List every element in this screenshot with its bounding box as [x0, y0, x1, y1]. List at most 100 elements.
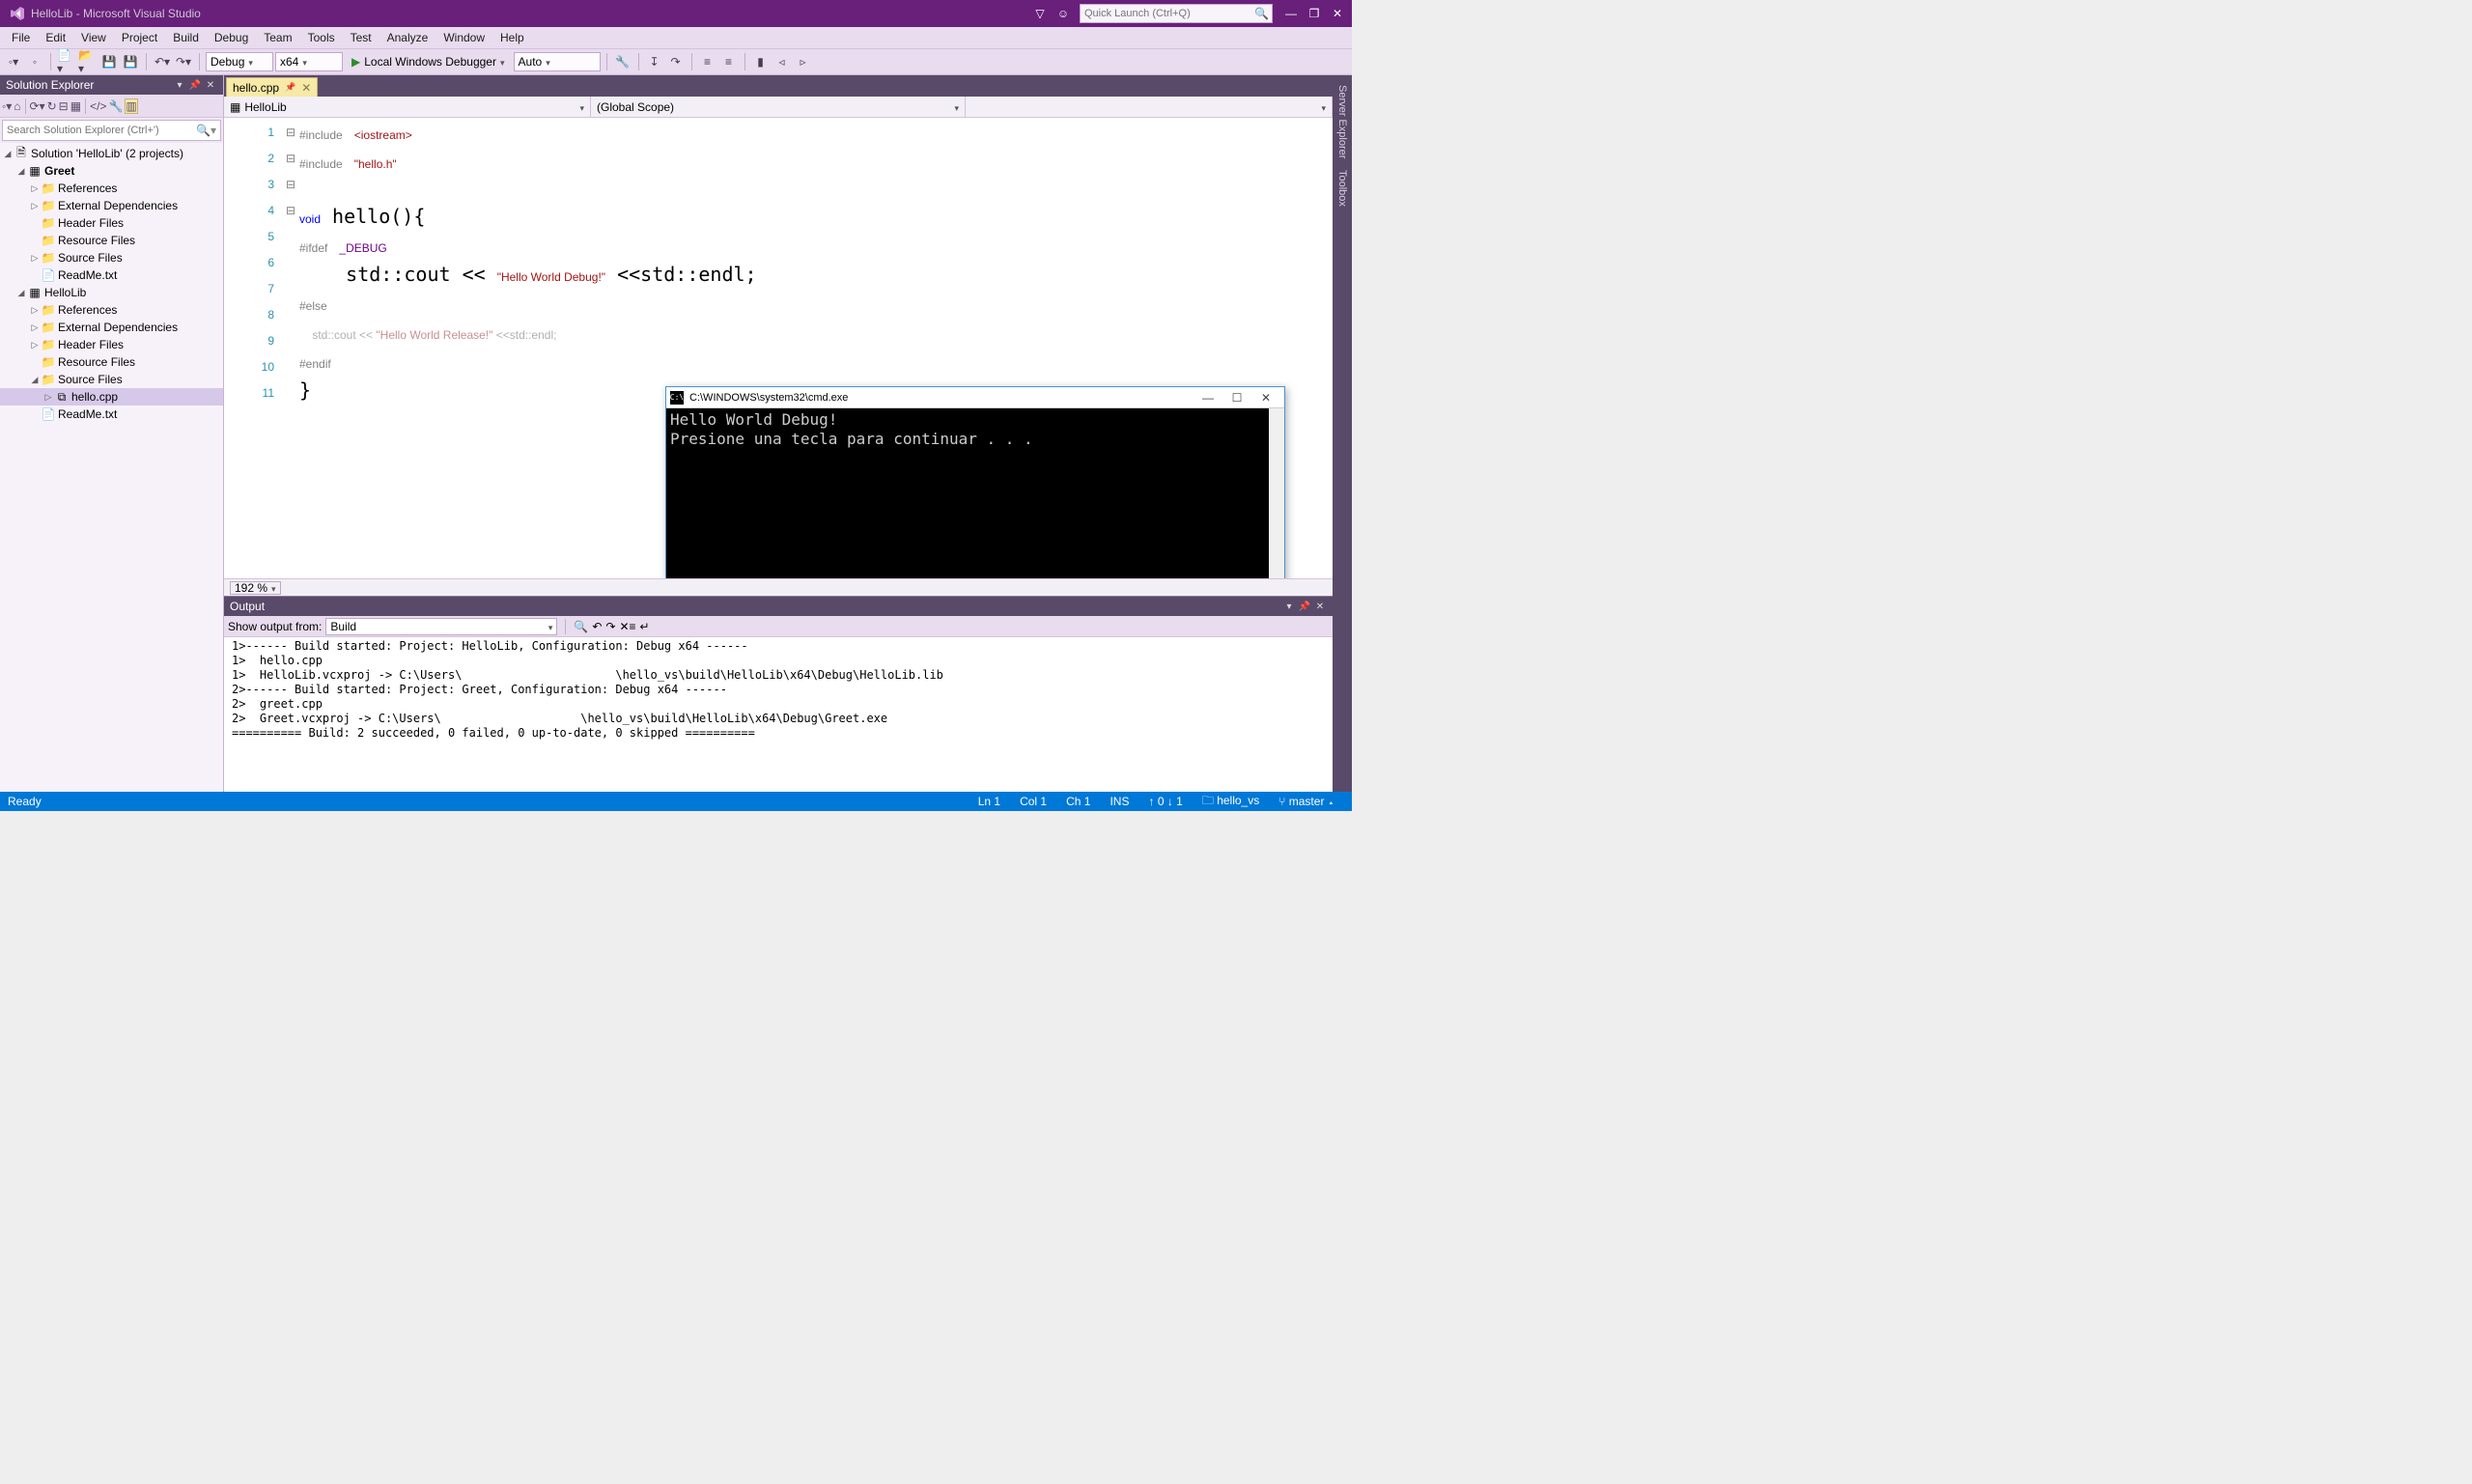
forward-button[interactable]: ◦ — [25, 52, 44, 71]
status-publish[interactable]: ↑ 0 ↓ 1 — [1148, 795, 1182, 808]
output-pin-icon[interactable]: 📌 — [1298, 600, 1311, 613]
tree-item[interactable]: ◢🗎Solution 'HelloLib' (2 projects) — [0, 145, 223, 162]
sx-code-button[interactable]: </> — [90, 99, 106, 113]
zoom-dropdown[interactable]: 192 % — [230, 581, 281, 595]
tree-item[interactable]: ▷📁References — [0, 301, 223, 319]
tree-item[interactable]: ◢▦HelloLib — [0, 284, 223, 301]
sx-show-all-button[interactable]: ▦ — [70, 99, 81, 113]
tree-item[interactable]: ▷⧉hello.cpp — [0, 388, 223, 406]
pane-pin-icon[interactable]: 📌 — [188, 78, 202, 92]
console-minimize-button[interactable]: — — [1194, 391, 1222, 405]
solution-tree[interactable]: ◢🗎Solution 'HelloLib' (2 projects)◢▦Gree… — [0, 143, 223, 792]
menu-build[interactable]: Build — [165, 29, 207, 46]
output-wrap-button[interactable]: ↵ — [640, 620, 650, 633]
scope-member-dropdown[interactable] — [966, 97, 1333, 117]
status-branch[interactable]: ⑂ master ▴ — [1278, 795, 1334, 808]
menu-window[interactable]: Window — [435, 29, 492, 46]
tree-item[interactable]: 📄ReadMe.txt — [0, 266, 223, 284]
uncomment-button[interactable]: ≡ — [719, 52, 739, 71]
notifications-filter-icon[interactable]: ▽ — [1029, 3, 1051, 24]
sx-back-button[interactable]: ◦▾ — [2, 99, 12, 113]
restore-button[interactable]: ❐ — [1304, 3, 1325, 24]
solution-explorer-search[interactable]: 🔍▾ — [2, 120, 221, 141]
output-clear-button[interactable]: ✕≡ — [619, 620, 635, 633]
close-button[interactable]: ✕ — [1327, 3, 1348, 24]
sx-sync-button[interactable]: ⟳▾ — [30, 99, 45, 113]
output-body[interactable]: 1>------ Build started: Project: HelloLi… — [224, 637, 1333, 792]
auto-dropdown[interactable]: Auto — [514, 52, 601, 71]
save-all-button[interactable]: 💾 — [121, 52, 140, 71]
scope-project-dropdown[interactable]: ▦HelloLib — [224, 97, 591, 117]
bookmark-button[interactable]: ▮ — [751, 52, 771, 71]
menu-view[interactable]: View — [73, 29, 114, 46]
menu-help[interactable]: Help — [492, 29, 532, 46]
tree-item[interactable]: ◢📁Source Files — [0, 371, 223, 388]
menu-file[interactable]: File — [4, 29, 38, 46]
rail-tab-toolbox[interactable]: Toolbox — [1334, 164, 1350, 212]
output-prev-button[interactable]: ↶ — [592, 620, 602, 633]
solution-explorer-search-input[interactable] — [7, 125, 196, 136]
tree-item[interactable]: ▷📁Source Files — [0, 249, 223, 266]
back-button[interactable]: ◦▾ — [4, 52, 23, 71]
sx-preview-button[interactable]: ▥ — [125, 98, 137, 114]
tab-hello-cpp[interactable]: hello.cpp 📌 ✕ — [226, 77, 318, 97]
console-close-button[interactable]: ✕ — [1251, 391, 1280, 405]
close-tab-icon[interactable]: ✕ — [301, 81, 311, 95]
comment-button[interactable]: ≡ — [698, 52, 717, 71]
tree-item[interactable]: ▷📁External Dependencies — [0, 319, 223, 336]
console-window[interactable]: C:\ C:\WINDOWS\system32\cmd.exe — ☐ ✕ He… — [665, 386, 1285, 578]
tree-item[interactable]: ▷📁Header Files — [0, 336, 223, 353]
sx-refresh-button[interactable]: ↻ — [47, 99, 57, 113]
menu-tools[interactable]: Tools — [300, 29, 343, 46]
find-in-files-button[interactable]: 🔧 — [613, 52, 632, 71]
console-titlebar[interactable]: C:\ C:\WINDOWS\system32\cmd.exe — ☐ ✕ — [666, 387, 1284, 408]
menu-project[interactable]: Project — [114, 29, 165, 46]
menu-test[interactable]: Test — [343, 29, 379, 46]
minimize-button[interactable]: — — [1280, 3, 1302, 24]
start-debugger-button[interactable]: ▶ Local Windows Debugger — [345, 51, 512, 72]
redo-button[interactable]: ↷▾ — [174, 52, 193, 71]
output-dropdown-icon[interactable]: ▾ — [1282, 600, 1296, 613]
new-project-button[interactable]: 📄▾ — [57, 52, 76, 71]
tree-item[interactable]: 📁Resource Files — [0, 232, 223, 249]
pane-close-icon[interactable]: ✕ — [204, 78, 217, 92]
tree-item[interactable]: ▷📁External Dependencies — [0, 197, 223, 214]
open-file-button[interactable]: 📂▾ — [78, 52, 98, 71]
menu-debug[interactable]: Debug — [207, 29, 256, 46]
tree-item[interactable]: ◢▦Greet — [0, 162, 223, 180]
scope-namespace-dropdown[interactable]: (Global Scope) — [591, 97, 966, 117]
pin-icon[interactable]: 📌 — [285, 82, 295, 93]
tree-item[interactable]: ▷📁References — [0, 180, 223, 197]
undo-button[interactable]: ↶▾ — [153, 52, 172, 71]
save-button[interactable]: 💾 — [99, 52, 119, 71]
platform-dropdown[interactable]: x64 — [275, 52, 343, 71]
rail-tab-server-explorer[interactable]: Server Explorer — [1334, 79, 1350, 164]
sx-home-button[interactable]: ⌂ — [14, 99, 20, 113]
quick-launch[interactable]: 🔍 — [1080, 4, 1273, 23]
feedback-icon[interactable]: ☺ — [1053, 3, 1074, 24]
tree-item[interactable]: 📁Header Files — [0, 214, 223, 232]
pane-dropdown-icon[interactable]: ▾ — [173, 78, 186, 92]
step-into-button[interactable]: ↧ — [645, 52, 664, 71]
menu-analyze[interactable]: Analyze — [379, 29, 436, 46]
status-repo[interactable]: 🗀 hello_vs — [1202, 792, 1259, 812]
configuration-dropdown[interactable]: Debug — [206, 52, 273, 71]
output-close-icon[interactable]: ✕ — [1313, 600, 1327, 613]
console-maximize-button[interactable]: ☐ — [1222, 391, 1251, 405]
fold-column[interactable]: ⊟⊟⊟⊟ — [282, 118, 299, 578]
code-editor[interactable]: 1234567891011 ⊟⊟⊟⊟ #include <iostream> #… — [224, 118, 1333, 578]
sx-collapse-button[interactable]: ⊟ — [59, 99, 69, 113]
sx-properties-button[interactable]: 🔧 — [108, 99, 123, 113]
output-next-button[interactable]: ↷ — [605, 620, 615, 633]
quick-launch-input[interactable] — [1084, 8, 1254, 19]
console-body[interactable]: Hello World Debug! Presione una tecla pa… — [666, 408, 1269, 578]
output-find-button[interactable]: 🔍 — [574, 620, 588, 633]
tree-item[interactable]: 📄ReadMe.txt — [0, 406, 223, 423]
menu-edit[interactable]: Edit — [38, 29, 73, 46]
tree-item[interactable]: 📁Resource Files — [0, 353, 223, 371]
step-over-button[interactable]: ↷ — [666, 52, 686, 71]
console-scrollbar[interactable] — [1269, 408, 1284, 578]
next-bookmark-button[interactable]: ▹ — [794, 52, 813, 71]
output-source-dropdown[interactable]: Build — [325, 618, 557, 635]
menu-team[interactable]: Team — [256, 29, 299, 46]
